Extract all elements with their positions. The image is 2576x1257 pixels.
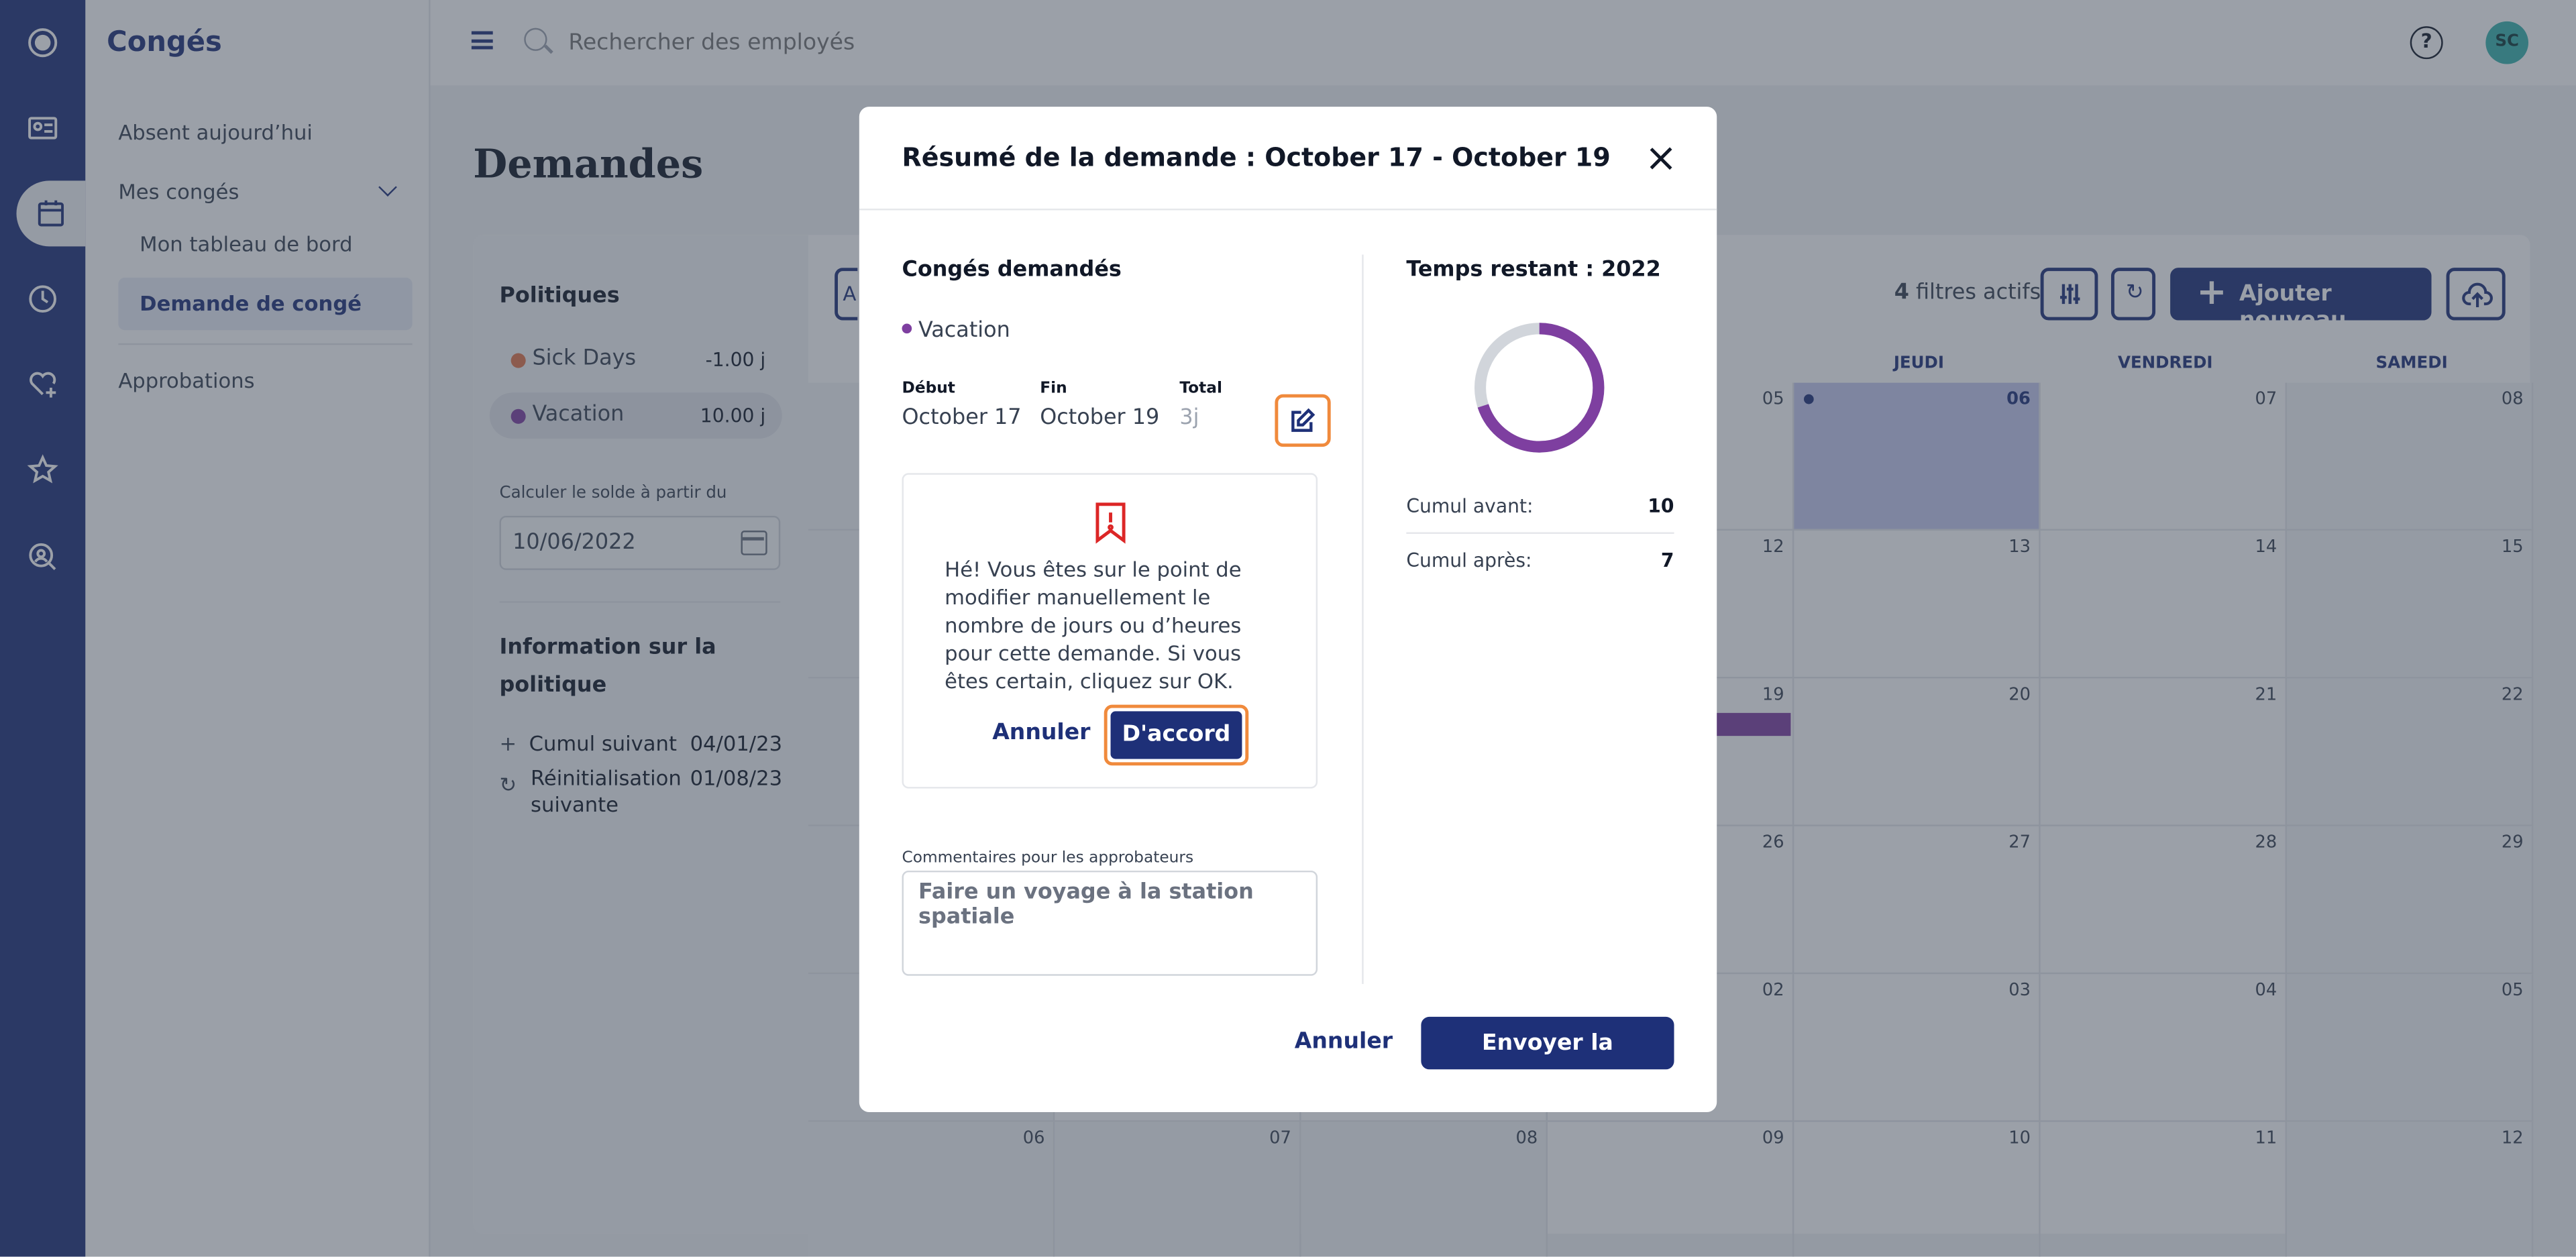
edit-total-button[interactable] [1275, 394, 1331, 447]
start-value: October 17 [902, 405, 1022, 431]
leave-type: Vacation [902, 319, 1010, 343]
remaining-time-title: Temps restant : 2022 [1406, 258, 1661, 283]
balance-donut-chart [1474, 323, 1605, 453]
comments-label: Commentaires pour les approbateurs [902, 849, 1194, 868]
modal-title: Résumé de la demande : October 17 - Octo… [902, 143, 1611, 173]
cumul-after-label: Cumul après: [1406, 548, 1532, 572]
comments-textarea[interactable]: Faire un voyage à la station spatiale [902, 870, 1318, 976]
edit-icon [1291, 408, 1316, 432]
requested-leave-title: Congés demandés [902, 258, 1122, 283]
remaining-divider [1406, 532, 1674, 534]
total-value: 3j [1179, 405, 1199, 431]
warning-text: Hé! Vous êtes sur le point de modifier m… [945, 557, 1242, 694]
manual-edit-warning: Hé! Vous êtes sur le point de modifier m… [902, 473, 1318, 789]
cumul-after-value: 7 [1660, 548, 1674, 572]
leave-type-label: Vacation [918, 319, 1010, 343]
close-icon[interactable] [1643, 142, 1679, 178]
request-summary-modal: Résumé de la demande : October 17 - Octo… [859, 107, 1717, 1112]
comments-text: Faire un voyage à la station spatiale [918, 880, 1254, 930]
submit-request-button[interactable]: Envoyer la demande [1421, 1016, 1674, 1109]
end-value: October 19 [1040, 405, 1160, 431]
end-label: Fin [1040, 379, 1067, 398]
modal-column-divider [1362, 254, 1364, 984]
start-label: Début [902, 379, 955, 398]
warning-bookmark-icon [1093, 501, 1129, 544]
warning-cancel-button[interactable]: Annuler [992, 720, 1090, 746]
leave-type-dot [902, 323, 912, 334]
cancel-button[interactable]: Annuler [1295, 1028, 1393, 1054]
modal-header-divider [859, 209, 1717, 211]
total-label: Total [1179, 379, 1222, 398]
cumul-before-label: Cumul avant: [1406, 494, 1534, 518]
warning-ok-button[interactable]: D'accord [1104, 704, 1249, 766]
cumul-after-row: Cumul après: 7 [1406, 549, 1674, 598]
cumul-before-value: 10 [1648, 494, 1674, 518]
cumul-before-row: Cumul avant: 10 [1406, 494, 1674, 543]
warning-ok-label: D'accord [1110, 711, 1242, 759]
